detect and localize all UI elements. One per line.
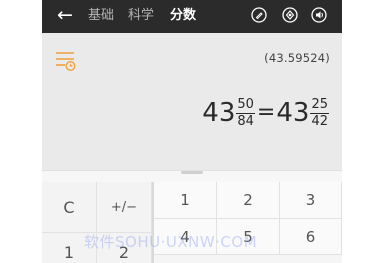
key-2-left[interactable]: 2 — [97, 233, 152, 263]
key-5[interactable]: 5 — [217, 219, 280, 255]
calculator-screen: ← 基础 科学 分数 (43.59524) 43 50 84 = 43 25 4… — [42, 0, 342, 263]
left-numerator: 50 — [237, 96, 254, 112]
left-denominator: 84 — [237, 113, 254, 129]
back-arrow-icon[interactable]: ← — [54, 4, 76, 26]
right-denominator: 42 — [311, 113, 328, 129]
top-bar: ← 基础 科学 分数 — [42, 0, 342, 33]
key-1[interactable]: 1 — [154, 182, 217, 219]
right-fraction: 25 42 — [310, 96, 329, 129]
right-whole: 43 — [276, 98, 310, 128]
key-6[interactable]: 6 — [280, 219, 342, 255]
tab-fraction[interactable]: 分数 — [170, 7, 196, 25]
sound-icon[interactable] — [311, 7, 327, 23]
clear-button[interactable]: C — [42, 182, 97, 233]
previous-result: (43.59524) — [264, 51, 330, 65]
key-3[interactable]: 3 — [280, 182, 342, 219]
equals-sign: = — [256, 100, 276, 125]
keypad: C +/− 1 2 1 2 3 4 5 6 — [42, 182, 342, 263]
left-fraction: 50 84 — [236, 96, 255, 129]
key-1-left[interactable]: 1 — [42, 233, 97, 263]
key-2[interactable]: 2 — [217, 182, 280, 219]
right-numerator: 25 — [311, 96, 328, 112]
left-whole: 43 — [202, 98, 236, 128]
fraction-expression: 43 50 84 = 43 25 42 — [202, 93, 330, 133]
display-panel: (43.59524) 43 50 84 = 43 25 42 — [42, 33, 342, 170]
pen-icon[interactable] — [251, 7, 267, 23]
tab-scientific[interactable]: 科学 — [128, 7, 154, 25]
sign-toggle-button[interactable]: +/− — [97, 182, 152, 233]
key-4[interactable]: 4 — [154, 219, 217, 255]
settings-icon[interactable] — [282, 7, 298, 23]
history-list-icon[interactable] — [55, 50, 77, 72]
tab-basic[interactable]: 基础 — [88, 7, 114, 25]
grip-icon — [181, 171, 203, 174]
